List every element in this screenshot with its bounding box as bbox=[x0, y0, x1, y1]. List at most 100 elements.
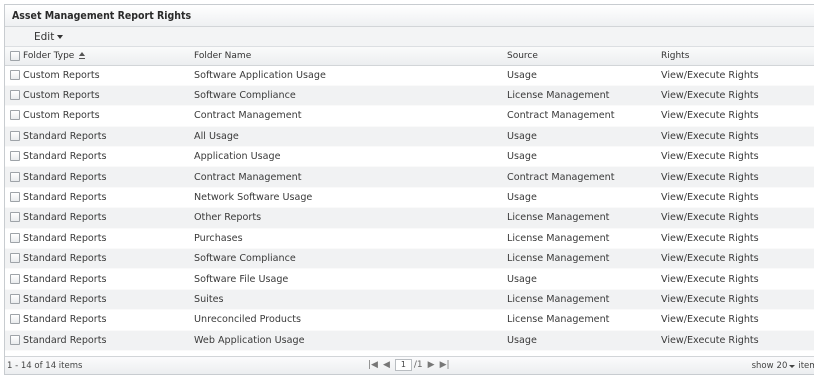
column-header-folder-type[interactable]: Folder Type bbox=[21, 47, 192, 66]
page-number-input[interactable]: 1 bbox=[394, 359, 412, 371]
cell-folder-type: Custom Reports bbox=[21, 85, 192, 107]
sort-ascending-icon bbox=[79, 52, 86, 57]
cell-source: License Management bbox=[505, 309, 659, 331]
panel-title: Asset Management Report Rights bbox=[12, 9, 192, 22]
cell-folder-name: Software Compliance bbox=[192, 248, 505, 270]
row-checkbox-cell bbox=[5, 289, 21, 311]
cell-source: Usage bbox=[505, 146, 659, 168]
table-row[interactable]: Standard Reports Contract Management Con… bbox=[5, 166, 814, 188]
cell-folder-name: Web Application Usage bbox=[192, 330, 505, 351]
row-checkbox[interactable] bbox=[10, 314, 20, 325]
row-checkbox-cell bbox=[5, 268, 21, 290]
cell-rights: View/Execute Rights bbox=[659, 207, 814, 229]
table-row[interactable]: Standard Reports Purchases License Manag… bbox=[5, 228, 814, 250]
row-checkbox-cell bbox=[5, 105, 21, 127]
cell-source: Usage bbox=[505, 126, 659, 148]
chevron-down-icon bbox=[789, 365, 796, 368]
table-row[interactable]: Standard Reports Software File Usage Usa… bbox=[5, 268, 814, 290]
row-checkbox[interactable] bbox=[10, 192, 20, 203]
cell-source: Usage bbox=[505, 330, 659, 351]
source-header-label: Source bbox=[507, 50, 538, 61]
first-page-icon[interactable]: |◀ bbox=[368, 360, 378, 370]
cell-rights: View/Execute Rights bbox=[659, 146, 814, 168]
column-header-rights[interactable]: Rights bbox=[659, 47, 814, 66]
cell-rights: View/Execute Rights bbox=[659, 126, 814, 148]
cell-folder-type: Custom Reports bbox=[21, 105, 192, 127]
cell-folder-name: Other Reports bbox=[192, 207, 505, 229]
sort-indicator-underline bbox=[79, 57, 86, 59]
cell-rights: View/Execute Rights bbox=[659, 85, 814, 107]
row-checkbox[interactable] bbox=[10, 232, 20, 243]
table-row[interactable]: Custom Reports Contract Management Contr… bbox=[5, 105, 814, 127]
cell-source: Contract Management bbox=[505, 166, 659, 188]
table-row[interactable]: Standard Reports Network Software Usage … bbox=[5, 187, 814, 209]
folder-name-header-label: Folder Name bbox=[194, 50, 252, 61]
row-checkbox[interactable] bbox=[10, 90, 20, 101]
page-size-suffix: items bbox=[798, 361, 814, 371]
table-row[interactable]: Standard Reports Software Compliance Lic… bbox=[5, 248, 814, 270]
row-checkbox-cell bbox=[5, 65, 21, 86]
cell-folder-type: Standard Reports bbox=[21, 166, 192, 188]
page-size-select[interactable]: 20 bbox=[777, 361, 796, 371]
item-count: 1 - 14 of 14 items bbox=[7, 361, 83, 371]
page-total: /1 bbox=[413, 360, 423, 370]
cell-folder-name: Application Usage bbox=[192, 146, 505, 168]
cell-folder-name: Software Compliance bbox=[192, 85, 505, 107]
folder-type-header-label: Folder Type bbox=[23, 50, 75, 61]
row-checkbox-cell bbox=[5, 146, 21, 168]
cell-folder-type: Standard Reports bbox=[21, 207, 192, 229]
report-rights-panel: Asset Management Report Rights Edit Fold… bbox=[4, 4, 814, 375]
table-row[interactable]: Standard Reports Other Reports License M… bbox=[5, 207, 814, 229]
cell-rights: View/Execute Rights bbox=[659, 187, 814, 209]
column-header-source[interactable]: Source bbox=[505, 47, 659, 66]
cell-rights: View/Execute Rights bbox=[659, 289, 814, 311]
last-page-icon[interactable]: ▶| bbox=[440, 360, 450, 370]
table-header-row: Folder Type Folder Name Source Rights bbox=[5, 47, 814, 66]
cell-folder-type: Standard Reports bbox=[21, 248, 192, 270]
row-checkbox[interactable] bbox=[10, 171, 20, 182]
cell-folder-name: Contract Management bbox=[192, 105, 505, 127]
cell-folder-type: Standard Reports bbox=[21, 228, 192, 250]
cell-rights: View/Execute Rights bbox=[659, 166, 814, 188]
table-row[interactable]: Standard Reports Application Usage Usage… bbox=[5, 146, 814, 168]
cell-source: Usage bbox=[505, 65, 659, 86]
table-row[interactable]: Standard Reports Unreconciled Products L… bbox=[5, 309, 814, 331]
cell-rights: View/Execute Rights bbox=[659, 330, 814, 351]
prev-page-icon[interactable]: ◀ bbox=[383, 360, 390, 370]
next-page-icon[interactable]: ▶ bbox=[428, 360, 435, 370]
row-checkbox[interactable] bbox=[10, 110, 20, 121]
table-row[interactable]: Standard Reports Suites License Manageme… bbox=[5, 289, 814, 311]
table-row[interactable]: Standard Reports Web Application Usage U… bbox=[5, 330, 814, 351]
row-checkbox[interactable] bbox=[10, 69, 20, 80]
table-row[interactable]: Standard Reports All Usage Usage View/Ex… bbox=[5, 126, 814, 148]
cell-source: Contract Management bbox=[505, 105, 659, 127]
cell-source: License Management bbox=[505, 289, 659, 311]
edit-label: Edit bbox=[34, 30, 55, 43]
row-checkbox-cell bbox=[5, 85, 21, 107]
row-checkbox[interactable] bbox=[10, 273, 20, 284]
select-all-checkbox[interactable] bbox=[10, 50, 20, 61]
table-row[interactable]: Custom Reports Software Compliance Licen… bbox=[5, 85, 814, 107]
row-checkbox[interactable] bbox=[10, 151, 20, 162]
cell-rights: View/Execute Rights bbox=[659, 268, 814, 290]
row-checkbox[interactable] bbox=[10, 293, 20, 304]
row-checkbox-cell bbox=[5, 207, 21, 229]
cell-folder-name: Unreconciled Products bbox=[192, 309, 505, 331]
cell-source: License Management bbox=[505, 228, 659, 250]
cell-folder-type: Standard Reports bbox=[21, 289, 192, 311]
row-checkbox[interactable] bbox=[10, 212, 20, 223]
row-checkbox[interactable] bbox=[10, 253, 20, 264]
column-header-folder-name[interactable]: Folder Name bbox=[192, 47, 505, 66]
row-checkbox-cell bbox=[5, 166, 21, 188]
cell-folder-name: All Usage bbox=[192, 126, 505, 148]
cell-folder-type: Standard Reports bbox=[21, 187, 192, 209]
table-row[interactable]: Custom Reports Software Application Usag… bbox=[5, 65, 814, 86]
edit-menu-button[interactable]: Edit bbox=[34, 30, 64, 43]
row-checkbox[interactable] bbox=[10, 130, 20, 141]
table-footer: 1 - 14 of 14 items |◀ ◀ 1 /1 ▶ ▶| show 2… bbox=[5, 356, 814, 374]
row-checkbox-cell bbox=[5, 228, 21, 250]
cell-source: Usage bbox=[505, 268, 659, 290]
pager: |◀ ◀ 1 /1 ▶ ▶| bbox=[368, 359, 450, 371]
row-checkbox[interactable] bbox=[10, 334, 20, 345]
cell-source: License Management bbox=[505, 248, 659, 270]
